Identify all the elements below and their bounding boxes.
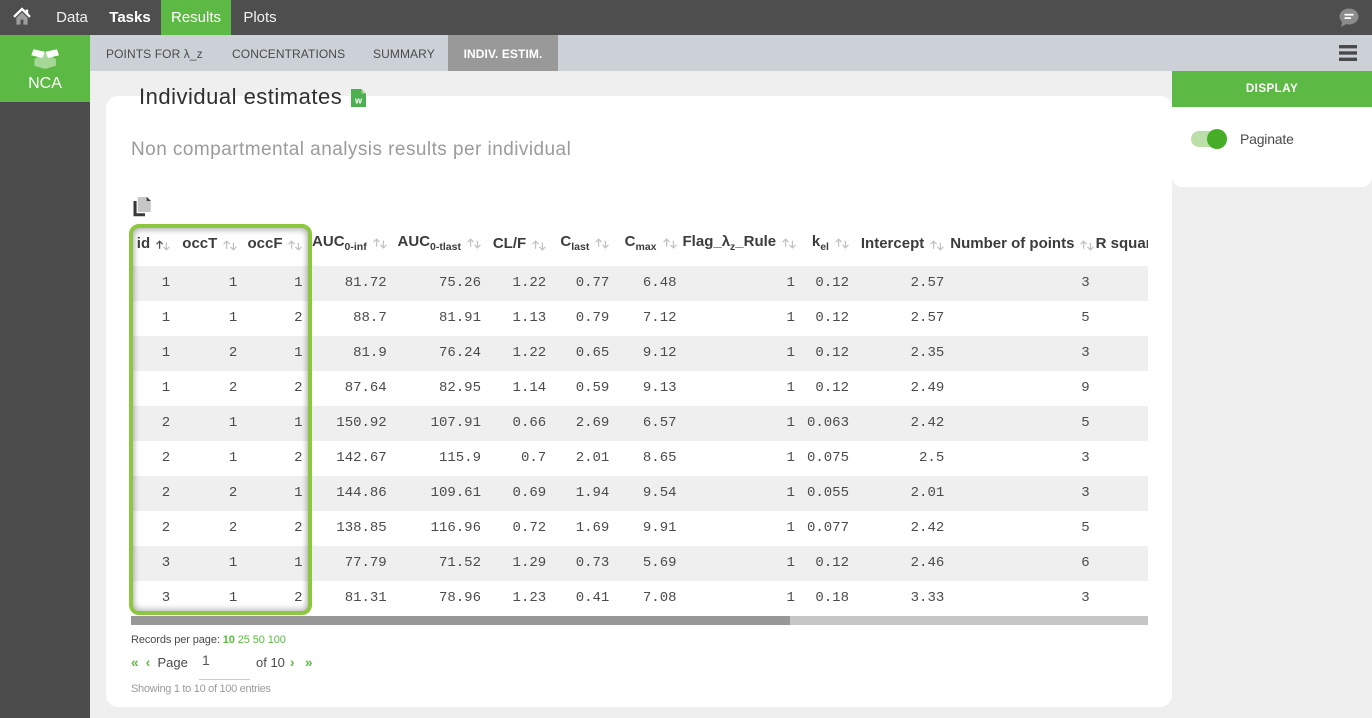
svg-text:w: w bbox=[354, 96, 363, 106]
